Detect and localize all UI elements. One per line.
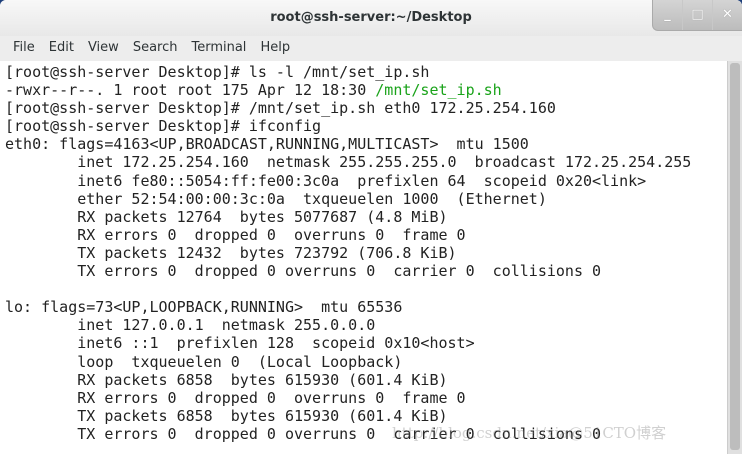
menu-edit[interactable]: Edit [42, 40, 81, 55]
menu-file[interactable]: File [6, 40, 42, 55]
terminal-line: eth0: flags=4163<UP,BROADCAST,RUNNING,MU… [5, 135, 529, 154]
terminal-line: -rwxr--r--. 1 root root 175 Apr 12 18:30… [5, 81, 502, 100]
terminal-line: TX packets 12432 bytes 723792 (706.8 KiB… [5, 243, 457, 262]
terminal-line: inet 172.25.254.160 netmask 255.255.255.… [5, 153, 692, 172]
menu-bar: File Edit View Search Terminal Help [0, 35, 742, 59]
menu-terminal[interactable]: Terminal [184, 40, 253, 55]
minimize-button[interactable]: _ [653, 0, 682, 30]
terminal-line: inet6 ::1 prefixlen 128 scopeid 0x10<hos… [5, 334, 475, 353]
menu-search[interactable]: Search [126, 40, 185, 55]
close-button[interactable]: ✕ [712, 0, 742, 30]
maximize-button[interactable]: □ [682, 0, 712, 30]
terminal-line: loop txqueuelen 0 (Local Loopback) [5, 352, 403, 371]
menu-help[interactable]: Help [253, 40, 297, 55]
window-title: root@ssh-server:~/Desktop [270, 10, 472, 25]
terminal-line: RX errors 0 dropped 0 overruns 0 frame 0 [5, 388, 466, 407]
window-controls: _ □ ✕ [652, 0, 742, 31]
terminal-line: RX packets 12764 bytes 5077687 (4.8 MiB) [5, 207, 448, 226]
terminal-line: TX errors 0 dropped 0 overruns 0 carrier… [5, 262, 602, 281]
terminal-line: inet 127.0.0.1 netmask 255.0.0.0 [5, 316, 376, 335]
executable-path: /mnt/set_ip.sh [375, 81, 502, 100]
terminal-output[interactable]: [root@ssh-server Desktop]# ls -l /mnt/se… [0, 61, 728, 454]
scrollbar[interactable] [727, 61, 742, 454]
scrollbar-thumb[interactable] [730, 63, 740, 450]
terminal-line: [root@ssh-server Desktop]# /mnt/set_ip.s… [5, 99, 556, 118]
title-bar[interactable]: root@ssh-server:~/Desktop _ □ ✕ [0, 0, 742, 36]
menu-view[interactable]: View [81, 40, 126, 55]
terminal-line: RX packets 6858 bytes 615930 (601.4 KiB) [5, 370, 448, 389]
terminal-line: [root@ssh-server Desktop]# ls -l /mnt/se… [5, 63, 430, 81]
terminal-line: RX errors 0 dropped 0 overruns 0 frame 0 [5, 225, 466, 244]
terminal-line: inet6 fe80::5054:ff:fe00:3c0a prefixlen … [5, 171, 647, 190]
terminal-line: [root@ssh-server Desktop]# ifconfig [5, 117, 322, 136]
terminal-window: root@ssh-server:~/Desktop _ □ ✕ File Edi… [0, 0, 742, 454]
terminal-line: ether 52:54:00:00:3c:0a txqueuelen 1000 … [5, 189, 547, 208]
watermark: http://blog.csdn.net/xia@51CTO博客 [392, 424, 667, 442]
terminal-line: lo: flags=73<UP,LOOPBACK,RUNNING> mtu 65… [5, 298, 403, 317]
